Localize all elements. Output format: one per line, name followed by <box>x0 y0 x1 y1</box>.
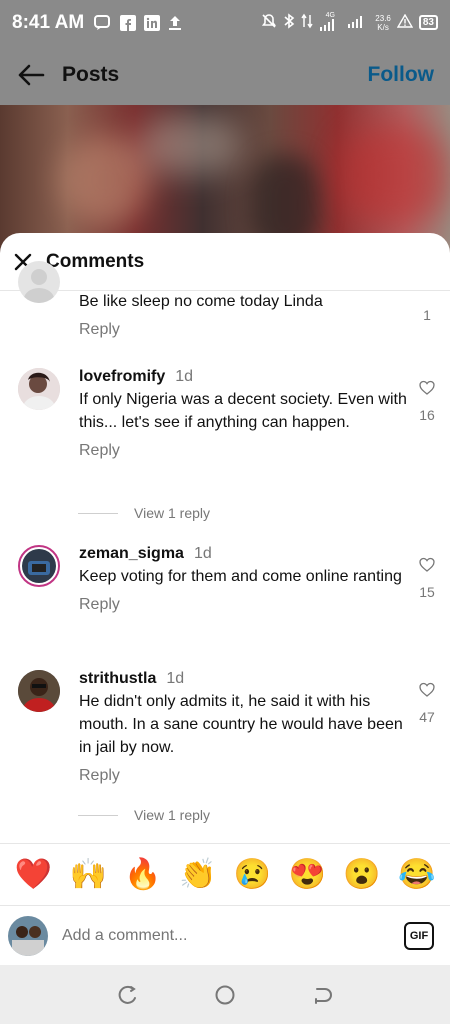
avatar[interactable] <box>18 261 60 303</box>
heart-icon[interactable] <box>419 682 435 698</box>
comments-title: Comments <box>46 250 145 272</box>
reply-button[interactable]: Reply <box>79 321 409 339</box>
mute-icon <box>261 13 277 32</box>
view-replies-label[interactable]: View 1 reply <box>134 505 210 521</box>
heart-eyes-emoji-button[interactable]: 😍 <box>288 857 325 892</box>
facebook-icon <box>120 14 137 31</box>
chat-notification-icon <box>94 14 112 31</box>
status-bar: 8:41 AM 4G 23.6 K/s 83 <box>0 0 450 45</box>
fire-emoji-button[interactable]: 🔥 <box>124 857 161 892</box>
follow-button[interactable]: Follow <box>368 63 435 87</box>
bluetooth-icon <box>283 13 295 32</box>
data-transfer-icon <box>301 13 313 32</box>
comment-input[interactable] <box>62 926 404 945</box>
crying-emoji-button[interactable]: 😢 <box>234 857 271 892</box>
comment-composer: GIF <box>0 905 450 965</box>
gif-button[interactable]: GIF <box>404 921 434 950</box>
comment-username[interactable]: zeman_sigma <box>79 545 184 562</box>
comment-time: 1d <box>175 368 194 385</box>
page-title: Posts <box>62 63 120 86</box>
network-speed-value: 23.6 <box>375 13 391 23</box>
network-type: 4G <box>325 11 335 19</box>
avatar[interactable] <box>18 545 60 587</box>
reply-button[interactable]: Reply <box>79 767 409 785</box>
network-speed: 23.6 K/s <box>375 14 391 32</box>
emoji-reaction-bar: ❤️ 🙌 🔥 👏 😢 😍 😮 😂 <box>0 843 450 905</box>
laughing-emoji-button[interactable]: 😂 <box>398 857 435 892</box>
view-replies-link[interactable]: View 1 reply <box>78 505 210 521</box>
comment-username[interactable]: strithustla <box>79 670 156 687</box>
upload-icon <box>168 15 182 31</box>
comment-time: 1d <box>193 545 212 562</box>
view-replies-label[interactable]: View 1 reply <box>134 807 210 823</box>
surprised-emoji-button[interactable]: 😮 <box>343 857 380 892</box>
back-arrow-icon[interactable] <box>16 60 46 90</box>
post-header: Posts Follow <box>0 45 450 105</box>
comment-text: Keep voting for them and come online ran… <box>79 568 402 585</box>
linkedin-icon <box>144 14 161 31</box>
clapping-emoji-button[interactable]: 👏 <box>179 857 216 892</box>
comment-username[interactable]: lovefromify <box>79 368 165 385</box>
comment-time: 1d <box>166 670 185 687</box>
comment-item: lovefromify 1d If only Nigeria was a dece… <box>0 368 450 518</box>
system-nav-bar <box>0 965 450 1024</box>
avatar[interactable] <box>18 368 60 410</box>
like-count: 15 <box>419 584 435 600</box>
comment-text: He didn't only admits it, he said it wit… <box>79 693 403 756</box>
back-icon[interactable] <box>311 984 333 1006</box>
heart-emoji-button[interactable]: ❤️ <box>15 857 52 892</box>
battery-indicator: 83 <box>418 15 438 30</box>
avatar[interactable] <box>18 670 60 712</box>
comment-item: Be like sleep no come today Linda Reply … <box>0 261 450 351</box>
comment-text: Be like sleep no come today Linda <box>79 293 323 310</box>
warning-icon <box>396 13 414 31</box>
network-speed-unit: K/s <box>377 22 389 32</box>
like-count: 47 <box>419 709 435 725</box>
like-count: 1 <box>423 307 431 323</box>
status-time: 8:41 AM <box>12 11 85 33</box>
heart-icon[interactable] <box>419 380 435 396</box>
comments-sheet-header: Comments <box>0 233 450 291</box>
recent-apps-icon[interactable] <box>117 984 139 1006</box>
raised-hands-emoji-button[interactable]: 🙌 <box>69 857 106 892</box>
comment-item: strithustla 1d He didn't only admits it, … <box>0 670 450 820</box>
reply-button[interactable]: Reply <box>79 596 409 614</box>
view-replies-link[interactable]: View 1 reply <box>78 807 210 823</box>
current-user-avatar <box>8 915 48 956</box>
like-count: 16 <box>419 407 435 423</box>
signal-icon <box>319 18 341 34</box>
comment-item: zeman_sigma 1d Keep voting for them and c… <box>0 545 450 645</box>
heart-icon[interactable] <box>419 557 435 573</box>
comment-text: If only Nigeria was a decent society. Ev… <box>79 391 407 431</box>
reply-button[interactable]: Reply <box>79 442 409 460</box>
signal-icon-2 <box>347 14 369 31</box>
home-icon[interactable] <box>214 984 236 1006</box>
